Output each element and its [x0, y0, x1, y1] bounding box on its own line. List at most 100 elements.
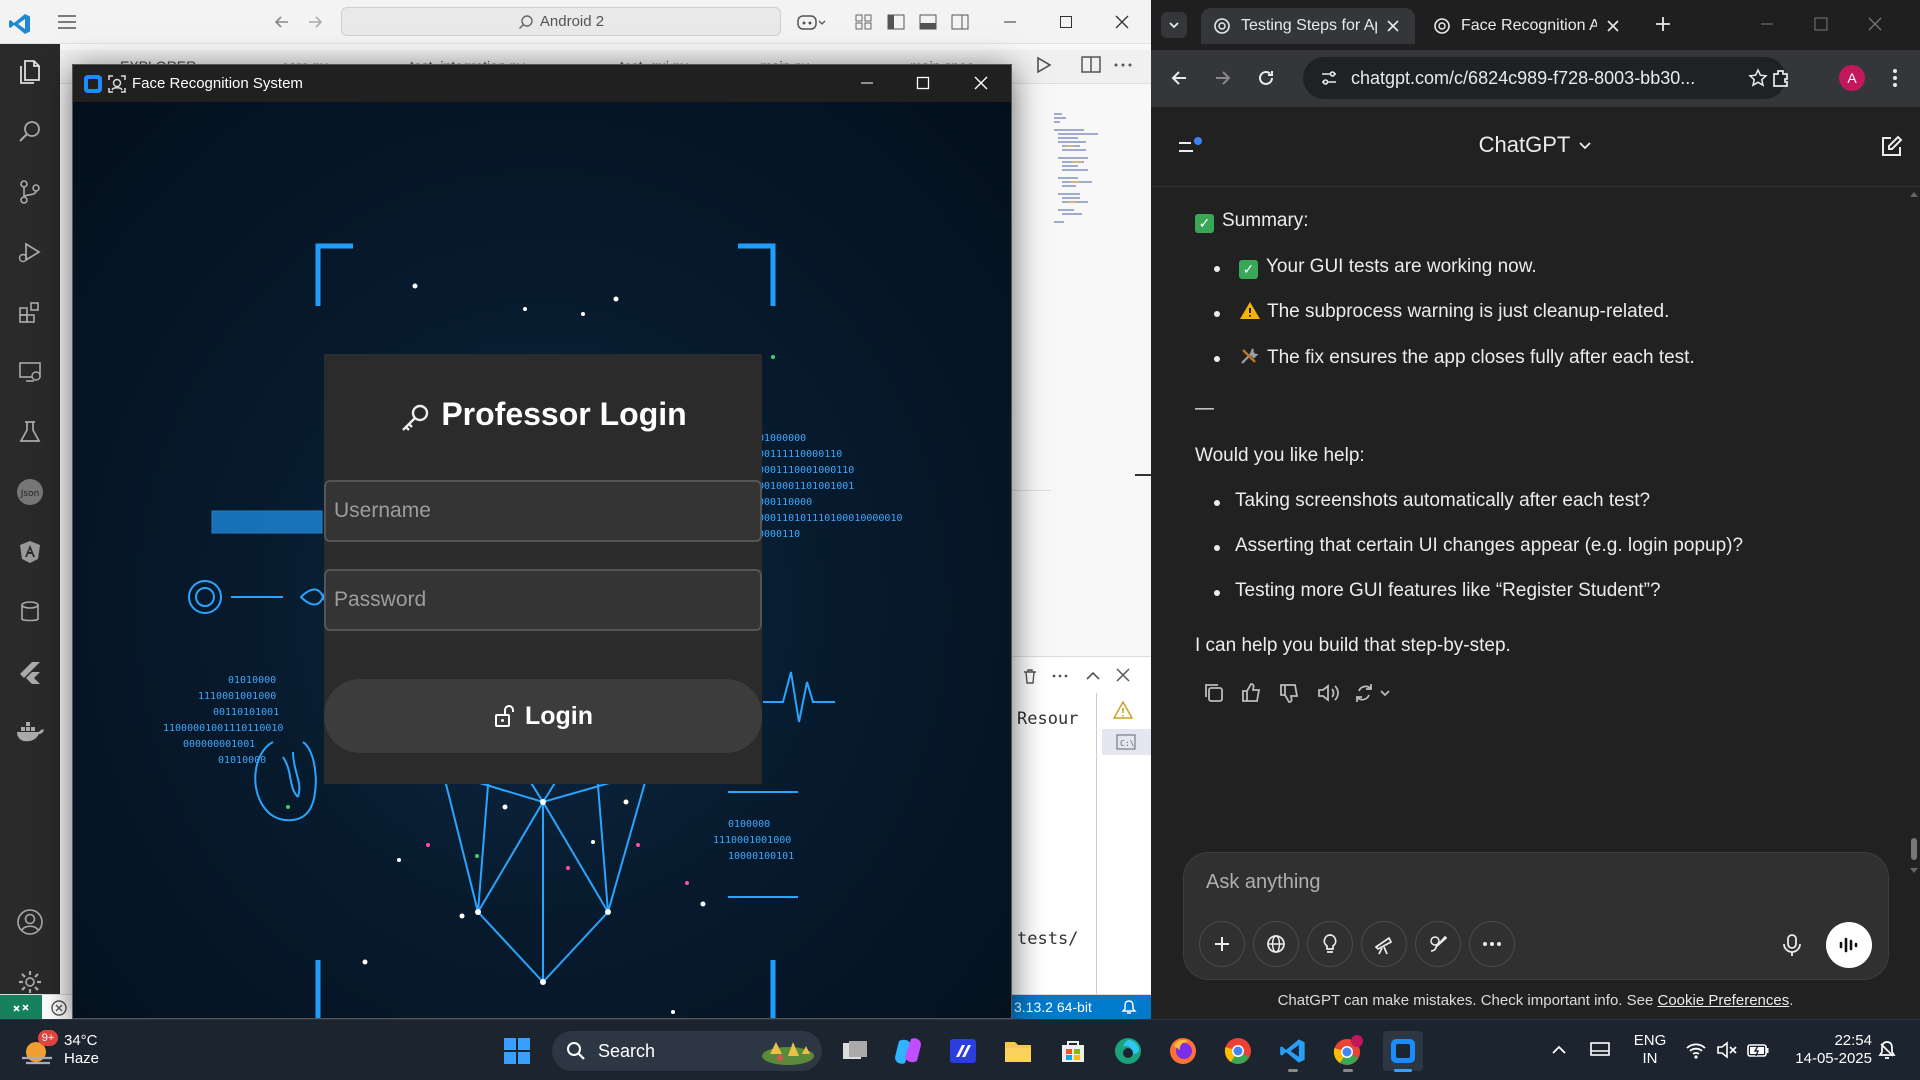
clock[interactable]: 22:54 14-05-2025	[1782, 1032, 1872, 1068]
new-chat-icon[interactable]	[1879, 135, 1903, 159]
thumbs-up-icon[interactable]	[1239, 680, 1265, 706]
terminal-tab-cmd[interactable]: C:\	[1102, 729, 1151, 755]
start-button[interactable]	[497, 1031, 537, 1071]
menu-icon[interactable]	[56, 12, 78, 32]
flutter-icon[interactable]	[10, 652, 50, 692]
source-control-icon[interactable]	[10, 172, 50, 212]
tab-search-button[interactable]	[1161, 12, 1187, 38]
close-tab-icon[interactable]	[1387, 20, 1399, 32]
battery-icon[interactable]	[1746, 1040, 1770, 1060]
angular-icon[interactable]	[10, 532, 50, 572]
display-icon[interactable]	[1589, 1040, 1611, 1060]
forward-arrow-icon[interactable]	[305, 12, 325, 32]
explorer-icon[interactable]	[10, 52, 50, 92]
new-tab-icon[interactable]	[1654, 15, 1672, 33]
file-explorer-icon[interactable]	[998, 1031, 1038, 1071]
cookie-preferences-link[interactable]: Cookie Preferences	[1657, 992, 1789, 1009]
run-debug-icon[interactable]	[10, 232, 50, 272]
extensions-puzzle-icon[interactable]	[1770, 67, 1792, 89]
microsoft-store-icon[interactable]	[1053, 1031, 1093, 1071]
back-arrow-icon[interactable]	[272, 12, 292, 32]
docker-icon[interactable]	[10, 712, 50, 752]
login-button[interactable]: Login	[324, 679, 762, 753]
password-input[interactable]	[324, 569, 762, 631]
vscode-minimize-button[interactable]	[982, 0, 1038, 44]
customize-layout-icon[interactable]	[854, 12, 874, 32]
read-aloud-icon[interactable]	[1315, 680, 1341, 706]
warning-icon[interactable]	[1113, 701, 1133, 719]
maximize-panel-icon[interactable]	[1084, 667, 1102, 685]
show-hidden-icons-chevron-icon[interactable]	[1551, 1042, 1567, 1058]
weather-widget[interactable]: 9+	[18, 1030, 58, 1068]
reason-button[interactable]	[1307, 921, 1353, 967]
reload-icon[interactable]	[1256, 68, 1276, 88]
run-file-icon[interactable]	[1033, 54, 1055, 76]
vscode-close-button[interactable]	[1094, 0, 1150, 44]
database-icon[interactable]	[10, 592, 50, 632]
face-close-button[interactable]	[953, 65, 1009, 105]
language-indicator[interactable]: ENG IN	[1628, 1032, 1672, 1068]
regenerate-icon[interactable]	[1353, 680, 1393, 706]
chrome-profile-app-icon[interactable]	[1328, 1031, 1368, 1072]
weather-text[interactable]: 34°C Haze	[64, 1032, 99, 1068]
vscode-maximize-button[interactable]	[1038, 0, 1094, 44]
username-input[interactable]	[324, 480, 762, 542]
taskbar-search[interactable]: Search	[552, 1031, 822, 1071]
clear-terminal-icon[interactable]	[1021, 667, 1039, 685]
face-maximize-button[interactable]	[895, 65, 951, 105]
toggle-secondary-sidebar-icon[interactable]	[950, 12, 970, 32]
extensions-icon[interactable]	[10, 292, 50, 332]
chrome-tab[interactable]: Face Recognition Ap	[1421, 8, 1635, 44]
close-tab-icon[interactable]	[1607, 20, 1619, 32]
remote-indicator[interactable]	[0, 995, 42, 1020]
copilot-icon[interactable]	[796, 12, 826, 32]
thumbs-down-icon[interactable]	[1277, 680, 1303, 706]
panel-more-icon[interactable]	[1051, 667, 1069, 685]
address-bar[interactable]: chatgpt.com/c/6824c989-f728-8003-bb30...	[1303, 57, 1786, 99]
web-search-button[interactable]	[1253, 921, 1299, 967]
no-problems-icon[interactable]	[50, 999, 68, 1017]
firefox-icon[interactable]	[1163, 1031, 1203, 1071]
command-center-search[interactable]: Android 2	[341, 7, 781, 36]
wifi-icon[interactable]	[1685, 1040, 1707, 1060]
chrome-app-icon[interactable]	[1218, 1031, 1258, 1071]
task-view-icon[interactable]	[835, 1031, 875, 1071]
model-selector[interactable]: ChatGPT	[1151, 132, 1920, 158]
create-image-button[interactable]	[1415, 921, 1461, 967]
copy-icon[interactable]	[1201, 680, 1227, 706]
back-icon[interactable]	[1169, 68, 1189, 88]
profile-avatar[interactable]: A	[1839, 65, 1865, 91]
chrome-menu-icon[interactable]	[1891, 67, 1899, 89]
remote-explorer-icon[interactable]	[10, 352, 50, 392]
testing-icon[interactable]	[10, 412, 50, 452]
notification-bell-icon[interactable]	[1876, 1039, 1898, 1061]
more-tools-button[interactable]	[1469, 921, 1515, 967]
attach-button[interactable]	[1199, 921, 1245, 967]
deep-research-button[interactable]	[1361, 921, 1407, 967]
close-panel-icon[interactable]	[1115, 667, 1131, 683]
toggle-sidebar-icon[interactable]	[886, 12, 906, 32]
face-recognition-app-icon[interactable]	[1383, 1031, 1423, 1072]
notifications-bell-icon[interactable]	[1121, 999, 1137, 1015]
page-scrollbar[interactable]	[1909, 190, 1919, 890]
account-icon[interactable]	[10, 902, 50, 942]
chrome-close-button[interactable]	[1867, 16, 1883, 32]
chrome-tab-active[interactable]: Testing Steps for Ap	[1201, 8, 1415, 44]
edge-browser-icon[interactable]	[1108, 1031, 1148, 1071]
chrome-maximize-button[interactable]	[1813, 16, 1829, 32]
python-interpreter-status[interactable]: 3.13.2 64-bit	[1011, 995, 1151, 1020]
volume-muted-icon[interactable]	[1716, 1040, 1738, 1060]
split-editor-icon[interactable]	[1080, 54, 1102, 76]
search-icon[interactable]	[10, 112, 50, 152]
bookmark-star-icon[interactable]	[1748, 68, 1768, 88]
forward-icon[interactable]	[1213, 68, 1233, 88]
powerapps-icon[interactable]	[943, 1031, 983, 1071]
chrome-minimize-button[interactable]	[1759, 16, 1775, 32]
voice-mode-button[interactable]	[1826, 922, 1872, 968]
face-minimize-button[interactable]	[839, 65, 895, 105]
copilot-app-icon[interactable]	[888, 1031, 928, 1071]
microphone-icon[interactable]	[1781, 933, 1803, 957]
site-info-icon[interactable]	[1319, 68, 1339, 88]
more-actions-icon[interactable]	[1112, 54, 1134, 76]
vscode-app-icon[interactable]	[1273, 1031, 1313, 1072]
